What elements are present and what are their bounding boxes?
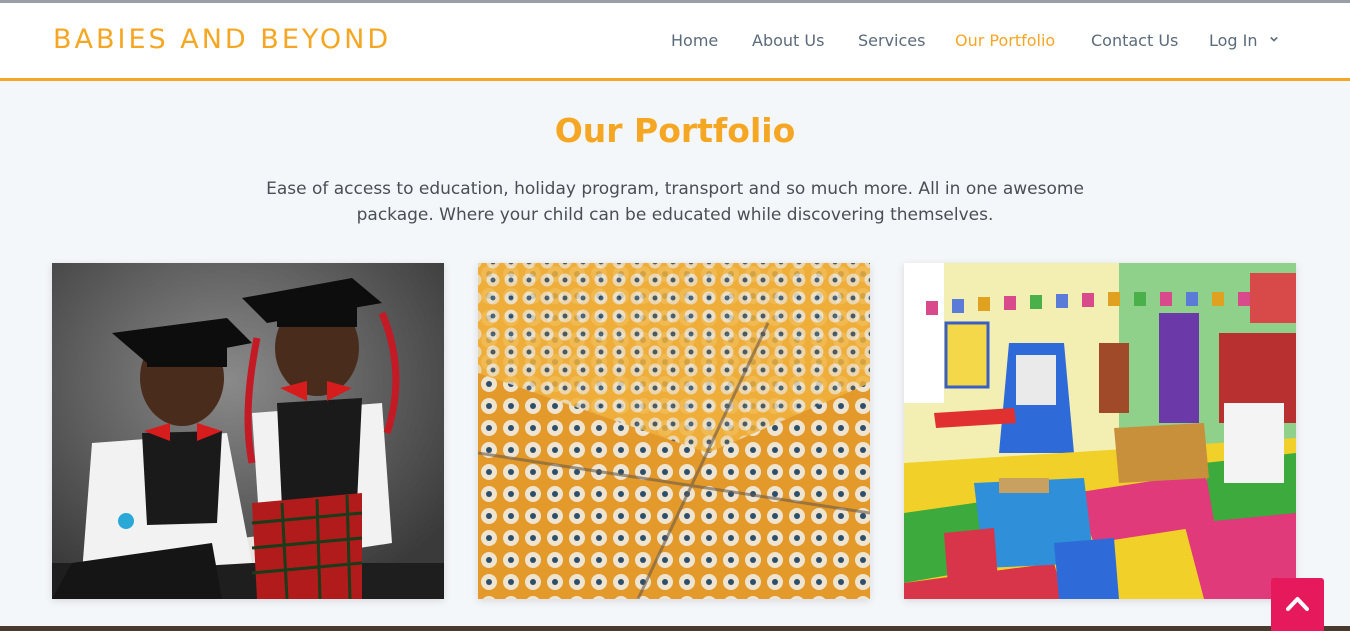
page-title: Our Portfolio [554,111,796,150]
nav-log-in[interactable]: Log In [1209,31,1278,50]
nav-log-in-label: Log In [1209,31,1258,50]
classroom-photo [904,263,1296,599]
nav-home[interactable]: Home [671,31,718,50]
nav-contact-us[interactable]: Contact Us [1091,31,1178,50]
site-header: BABIES AND BEYOND Home About Us Services… [0,3,1350,81]
chevron-up-icon [1286,597,1309,611]
back-to-top-button[interactable] [1271,578,1324,631]
nav-services[interactable]: Services [858,31,925,50]
chevron-down-icon [1269,36,1278,42]
page-description: Ease of access to education, holiday pro… [266,179,1084,225]
portfolio-image-graduates[interactable] [52,263,444,599]
portfolio-image-pencils[interactable] [478,263,870,599]
site-logo[interactable]: BABIES AND BEYOND [53,24,391,55]
footer-top-edge [0,626,1350,631]
pencils-photo [478,263,870,599]
portfolio-image-classroom[interactable] [904,263,1296,599]
nav-our-portfolio[interactable]: Our Portfolio [955,31,1055,50]
graduates-photo [52,263,444,599]
nav-about-us[interactable]: About Us [752,31,824,50]
